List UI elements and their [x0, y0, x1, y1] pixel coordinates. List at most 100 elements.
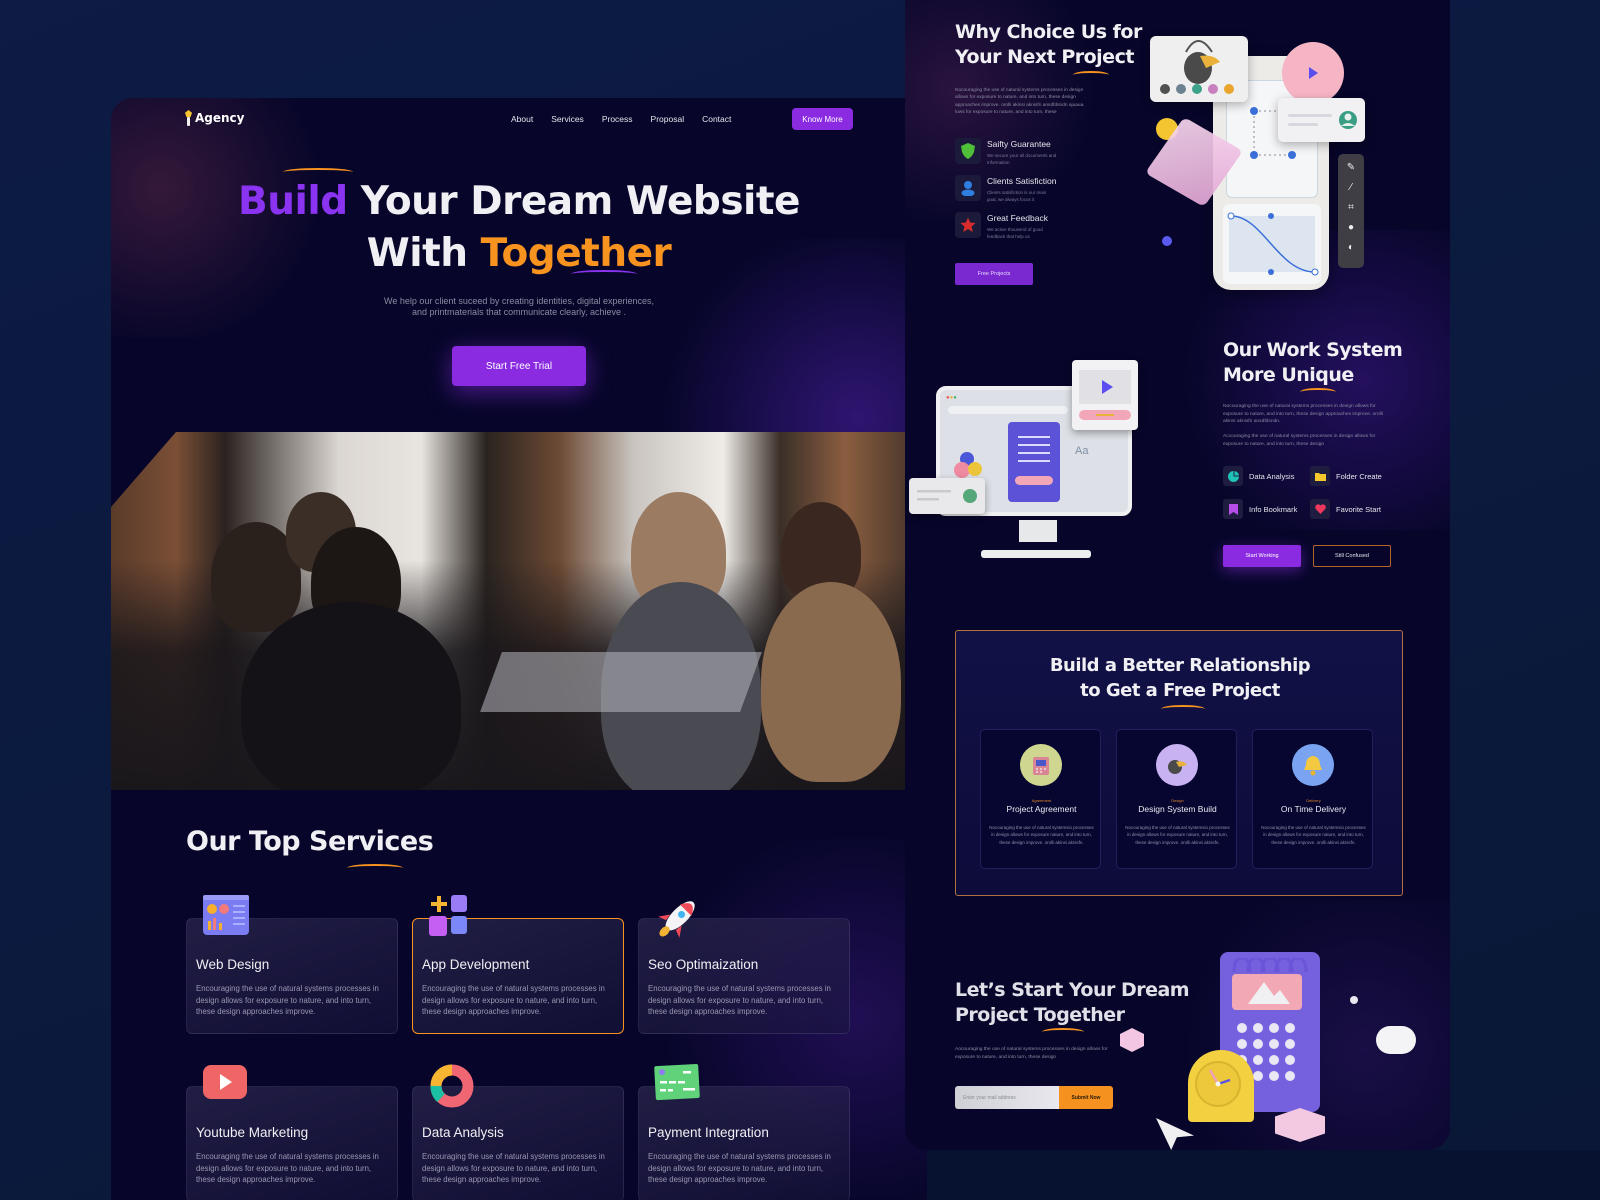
paint-bucket-card: [1150, 36, 1248, 102]
cta-desc: Aocouraging the use of natural systems p…: [955, 1047, 1108, 1060]
nav-links: About Services Process Proposal Contact: [511, 114, 731, 124]
shield-icon: [955, 138, 981, 164]
service-card-youtube-marketing[interactable]: Youtube Marketing Encouraging the use of…: [186, 1065, 398, 1200]
hero-team-photo: [111, 432, 927, 790]
feature-title: Clients Satisfiction: [987, 176, 1057, 186]
work-feature-info-bookmark: Info Bookmark: [1223, 499, 1297, 519]
app-grid-icon: [427, 893, 477, 943]
white-dot-decoration: [1350, 996, 1358, 1004]
blue-dot-decoration: [1162, 236, 1172, 246]
feature-title: Great Feedback: [987, 213, 1048, 223]
services-title: Our Top Services: [186, 826, 434, 857]
service-title: Payment Integration: [648, 1125, 769, 1140]
work-feature-label: Info Bookmark: [1249, 504, 1298, 514]
submit-now-button[interactable]: Submit Now: [1059, 1086, 1113, 1109]
card-title: Design System Build: [1138, 804, 1217, 814]
work-desc-1: Nocouraging the use of natural systems p…: [1223, 404, 1383, 425]
work-feature-label: Folder Create: [1336, 471, 1382, 481]
pie-chart-icon: [1223, 466, 1243, 486]
service-desc: Encouraging the use of natural systems p…: [648, 984, 831, 1016]
tool-palette: ✎ ⁄ ⌗ ● ◐: [1338, 154, 1364, 268]
relationship-card-design[interactable]: Design Design System Build Nocouraging t…: [1116, 729, 1237, 869]
video-card: [1072, 360, 1138, 430]
work-title-line2: More Unique: [1223, 364, 1354, 386]
why-desc: Nocouraging the use of natural systems p…: [955, 88, 1085, 115]
email-input[interactable]: [955, 1086, 1059, 1109]
orange-swoosh-decoration: [1042, 1028, 1084, 1036]
orange-swoosh-decoration: [1161, 705, 1205, 713]
newsletter-form: Submit Now: [955, 1086, 1113, 1109]
donut-chart-icon: [427, 1061, 477, 1111]
paint-bucket-icon: [1156, 744, 1198, 786]
service-desc: Encouraging the use of natural systems p…: [196, 984, 379, 1016]
why-title-line1: Why Choice Us for: [955, 21, 1142, 43]
service-card-payment-integration[interactable]: Payment Integration Encouraging the use …: [638, 1064, 850, 1200]
top-nav: Agency About Services Process Proposal C…: [111, 98, 927, 144]
hero-title-highlight: Build: [237, 179, 348, 224]
purple-swoosh-decoration: [571, 270, 637, 278]
rocket-icon: [653, 893, 703, 943]
relationship-card-delivery[interactable]: Delivery On Time Delivery Nocouraging th…: [1252, 729, 1373, 869]
service-title: Seo Optimaization: [648, 957, 759, 972]
calendar-rings: [1228, 956, 1308, 973]
card-title: Project Agreement: [1006, 804, 1077, 814]
nav-link-process[interactable]: Process: [602, 114, 633, 124]
orange-swoosh-decoration: [347, 864, 403, 872]
nav-link-services[interactable]: Services: [551, 114, 584, 124]
work-feature-label: Data Analysis: [1249, 471, 1295, 481]
work-system-title: Our Work System More Unique: [1223, 338, 1403, 388]
feature-feedback: Great Feedback We active thousend of goo…: [955, 212, 1057, 240]
cloud-decoration: [1376, 1026, 1416, 1054]
nav-link-contact[interactable]: Contact: [702, 114, 731, 124]
monitor-stand: [1019, 520, 1057, 542]
calendar-icon: [1020, 744, 1062, 786]
logo-text: Agency: [195, 111, 245, 125]
cta-title-line2: Project Together: [955, 1004, 1125, 1026]
hero-title-line1: Your Dream Website: [347, 179, 801, 224]
relationship-section: Build a Better Relationship to Get a Fre…: [955, 630, 1403, 896]
work-feature-data-analysis: Data Analysis: [1223, 466, 1294, 486]
profile-chip: [909, 478, 985, 514]
bottom-background-strip: [927, 1150, 1600, 1200]
person-figure: [241, 602, 461, 790]
person-figure: [761, 582, 901, 782]
service-card-web-design[interactable]: Web Design Encouraging the use of natura…: [186, 895, 398, 1034]
start-free-trial-button[interactable]: Start Free Trial: [452, 346, 586, 386]
service-desc: Encouraging the use of natural systems p…: [648, 1152, 831, 1184]
card-tag: Delivery: [1306, 798, 1321, 803]
keyboard: [981, 550, 1091, 558]
still-confused-button[interactable]: Still Confused: [1313, 545, 1391, 567]
feature-title: Saifty Guarantee: [987, 139, 1051, 149]
feature-desc: We active thousend of good feedback that…: [987, 227, 1043, 239]
feature-desc: We secure your all documents and Informa…: [987, 153, 1057, 165]
work-feature-favorite-start: Favorite Start: [1310, 499, 1381, 519]
know-more-button[interactable]: Know More: [792, 108, 853, 130]
service-desc: Encouraging the use of natural systems p…: [422, 1152, 605, 1184]
relationship-title-line2: to Get a Free Project: [1080, 680, 1280, 701]
service-card-app-development[interactable]: App Development Encouraging the use of n…: [412, 895, 624, 1034]
relationship-card-agreement[interactable]: Agreement Project Agreement Nocouraging …: [980, 729, 1101, 869]
clock: [1188, 1050, 1254, 1122]
nav-link-proposal[interactable]: Proposal: [651, 114, 685, 124]
hero-title-line2-start: With: [366, 231, 481, 276]
calendar-image: [1232, 974, 1302, 1010]
bookmark-icon: [1223, 499, 1243, 519]
hero-title-highlight-2: Together: [480, 231, 672, 276]
service-title: Web Design: [196, 957, 270, 972]
logo[interactable]: Agency: [185, 110, 245, 126]
service-card-data-analysis[interactable]: Data Analysis Encouraging the use of nat…: [412, 1064, 624, 1200]
laptop: [480, 652, 762, 712]
nav-link-about[interactable]: About: [511, 114, 533, 124]
design-tools-illustration: ✎ ⁄ ⌗ ● ◐: [1144, 18, 1380, 298]
free-projects-button[interactable]: Free Projects: [955, 263, 1033, 285]
landing-page-main: Agency About Services Process Proposal C…: [111, 98, 927, 1200]
orange-swoosh-decoration: [283, 168, 353, 176]
service-title: Youtube Marketing: [196, 1125, 309, 1140]
work-feature-label: Favorite Start: [1336, 504, 1382, 514]
orange-swoosh-decoration: [1073, 71, 1109, 79]
service-card-seo[interactable]: Seo Optimaization Encouraging the use of…: [638, 901, 850, 1034]
work-title-line1: Our Work System: [1223, 339, 1403, 361]
bell-icon: [1292, 744, 1334, 786]
work-desc-2: Accouraging the use of natural systems p…: [1223, 434, 1376, 447]
start-working-button[interactable]: Start Working: [1223, 545, 1301, 567]
